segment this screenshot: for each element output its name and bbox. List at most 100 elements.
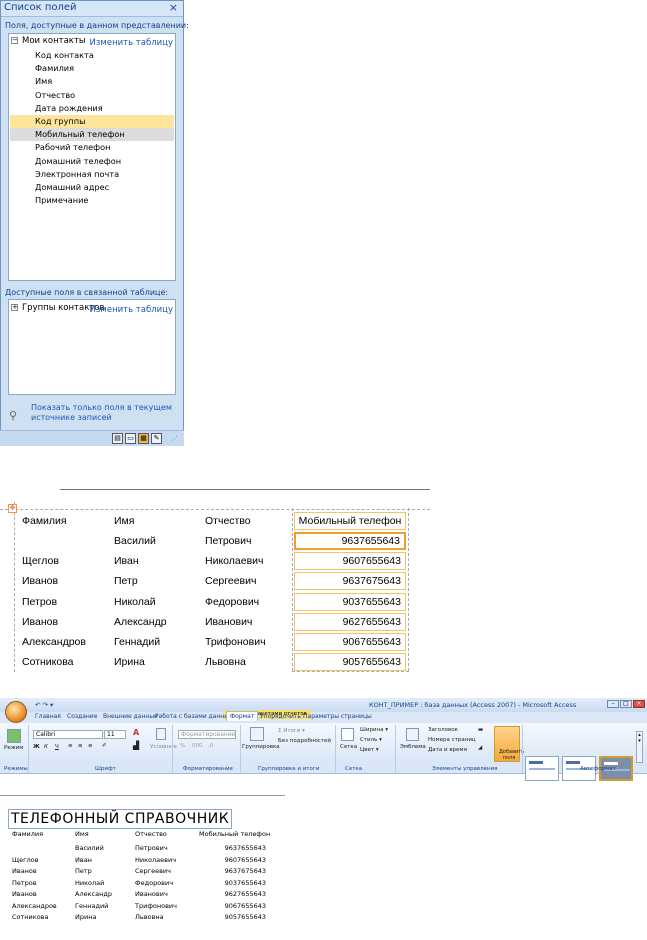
grouping-button[interactable]: Группировка bbox=[242, 744, 280, 750]
fill-color-icon[interactable]: ▟ bbox=[133, 741, 139, 750]
close-icon[interactable]: × bbox=[169, 1, 178, 14]
decimal-button[interactable]: ,0 bbox=[208, 743, 213, 749]
grid-button[interactable]: Сетка bbox=[340, 744, 357, 750]
logo-button[interactable]: Эмблема bbox=[400, 744, 426, 750]
phone-cell[interactable]: 9637655643 bbox=[294, 532, 406, 550]
page-numbers-button[interactable]: Номера страниц bbox=[428, 737, 476, 743]
view-button[interactable]: Режим bbox=[4, 745, 23, 751]
field-item[interactable]: Домашний телефон bbox=[10, 155, 174, 168]
style-button[interactable]: Стиль ▾ bbox=[360, 737, 382, 743]
form-view-icon[interactable]: ▤ bbox=[112, 433, 123, 444]
align-center-icon[interactable]: ≡ bbox=[78, 743, 83, 749]
align-right-icon[interactable]: ≡ bbox=[88, 743, 93, 749]
italic-button[interactable]: К bbox=[44, 744, 48, 750]
logo-icon[interactable] bbox=[406, 728, 419, 741]
table-cell[interactable]: Александров bbox=[22, 636, 86, 648]
totals-button[interactable]: Σ Итоги ▾ bbox=[278, 728, 305, 734]
column-header[interactable]: Отчество bbox=[205, 515, 251, 527]
tab-7[interactable]: Параметры страницы bbox=[300, 712, 375, 721]
show-only-current-source[interactable]: ⚲ Показать только поля в текущем источни… bbox=[9, 399, 181, 429]
table-cell[interactable]: Щеглов bbox=[22, 555, 59, 567]
format-painter-icon[interactable]: ✐ bbox=[102, 743, 107, 749]
table-cell[interactable]: Иванов bbox=[22, 575, 58, 587]
table-cell[interactable]: Петрович bbox=[205, 535, 251, 547]
hide-details-button[interactable]: Без подробностей bbox=[278, 738, 331, 744]
table-cell[interactable]: Иван bbox=[114, 555, 139, 567]
field-item[interactable]: Мобильный телефон bbox=[10, 128, 174, 142]
field-item[interactable]: Имя bbox=[10, 75, 174, 88]
width-button[interactable]: Ширина ▾ bbox=[360, 727, 388, 733]
column-header[interactable]: Имя bbox=[114, 515, 134, 527]
line-color-icon[interactable]: ◢ bbox=[478, 745, 482, 751]
tab-1[interactable]: Главная bbox=[32, 712, 64, 721]
column-header-mobile[interactable]: Мобильный телефон bbox=[294, 512, 406, 530]
date-time-button[interactable]: Дата и время bbox=[428, 747, 467, 753]
font-size-combo[interactable]: 11 bbox=[104, 730, 126, 739]
phone-cell[interactable]: 9037655643 bbox=[294, 592, 406, 611]
view-icon[interactable] bbox=[7, 729, 21, 743]
percent-button[interactable]: % bbox=[180, 743, 185, 749]
table-cell[interactable]: Петров bbox=[22, 596, 57, 608]
report-title[interactable]: ТЕЛЕФОННЫЙ СПРАВОЧНИК bbox=[8, 809, 233, 829]
table-cell[interactable]: Петр bbox=[114, 575, 138, 587]
grouping-icon[interactable] bbox=[250, 727, 264, 741]
align-left-icon[interactable]: ≡ bbox=[68, 743, 73, 749]
table-cell[interactable]: Сергеевич bbox=[205, 575, 256, 587]
layout-view-icon[interactable]: ▦ bbox=[138, 433, 149, 444]
format-combo[interactable]: Форматирование bbox=[178, 730, 236, 739]
title-button[interactable]: Заголовок bbox=[428, 727, 458, 733]
table-cell[interactable]: Трифонович bbox=[205, 636, 266, 648]
layout-move-handle-icon[interactable]: ✥ bbox=[8, 504, 17, 513]
field-item[interactable]: Код группы bbox=[10, 115, 174, 128]
field-item[interactable]: Фамилия bbox=[10, 62, 174, 75]
tab-4[interactable]: Работа с базами данных bbox=[152, 712, 236, 721]
font-name-combo[interactable]: Calibri bbox=[33, 730, 103, 739]
table-cell[interactable]: Федорович bbox=[205, 596, 259, 608]
table-cell[interactable]: Николай bbox=[114, 596, 156, 608]
fields-box[interactable]: − Мои контакты Изменить таблицу Код конта… bbox=[8, 33, 176, 281]
phone-cell[interactable]: 9057655643 bbox=[294, 653, 406, 672]
underline-button[interactable]: Ч bbox=[55, 744, 59, 750]
field-item[interactable]: Домашний адрес bbox=[10, 181, 174, 194]
related-fields-box[interactable]: + Группы контактов Изменить таблицу bbox=[8, 299, 176, 395]
phone-cell[interactable]: 9067655643 bbox=[294, 633, 406, 651]
table-cell[interactable]: Василий bbox=[114, 535, 156, 547]
tab-2[interactable]: Создание bbox=[64, 712, 100, 721]
thousands-button[interactable]: 000 bbox=[192, 743, 203, 749]
related-edit-table-link[interactable]: Изменить таблицу bbox=[90, 305, 173, 315]
conditional-format-icon[interactable] bbox=[156, 728, 166, 740]
table-cell[interactable]: Иванович bbox=[205, 616, 252, 628]
print-preview-icon[interactable]: ▭ bbox=[125, 433, 136, 444]
resize-grip-icon[interactable]: ⋰ bbox=[171, 435, 178, 443]
table-cell[interactable]: Ирина bbox=[114, 656, 145, 668]
maximize-button[interactable]: □ bbox=[620, 700, 632, 708]
field-item[interactable]: Примечание bbox=[10, 194, 174, 207]
table-cell[interactable]: Геннадий bbox=[114, 636, 160, 648]
tab-6[interactable]: Упорядочить bbox=[257, 712, 304, 721]
gridlines-icon[interactable] bbox=[341, 728, 354, 741]
bold-button[interactable]: Ж bbox=[33, 744, 40, 750]
field-item[interactable]: Код контакта bbox=[10, 49, 174, 62]
line-icon[interactable]: ▬ bbox=[478, 727, 483, 733]
table-cell[interactable]: Иванов bbox=[22, 616, 58, 628]
design-view-icon[interactable]: ✎ bbox=[151, 433, 162, 444]
field-item[interactable]: Отчество bbox=[10, 89, 174, 102]
minimize-button[interactable]: – bbox=[607, 700, 619, 708]
expand-icon[interactable]: + bbox=[11, 304, 18, 311]
add-fields-button[interactable]: Добавить поля bbox=[494, 726, 524, 762]
column-header[interactable]: Фамилия bbox=[22, 515, 67, 527]
table-cell[interactable]: Сотникова bbox=[22, 656, 74, 668]
edit-table-link[interactable]: Изменить таблицу bbox=[90, 38, 173, 48]
color-button[interactable]: Цвет ▾ bbox=[360, 747, 379, 753]
close-window-button[interactable]: × bbox=[633, 700, 645, 708]
tab-5[interactable]: Формат bbox=[226, 711, 259, 721]
collapse-icon[interactable]: − bbox=[11, 37, 18, 44]
field-item[interactable]: Рабочий телефон bbox=[10, 141, 174, 154]
table-cell[interactable]: Львовна bbox=[205, 656, 246, 668]
gallery-scroll[interactable]: ▴ ▾ bbox=[636, 731, 643, 763]
phone-cell[interactable]: 9637675643 bbox=[294, 572, 406, 591]
table-cell[interactable]: Николаевич bbox=[205, 555, 264, 567]
group-my-contacts[interactable]: − Мои контакты bbox=[11, 36, 86, 48]
quick-access-toolbar[interactable]: ↶ ↷ ▾ bbox=[35, 701, 53, 709]
phone-cell[interactable]: 9627655643 bbox=[294, 612, 406, 631]
